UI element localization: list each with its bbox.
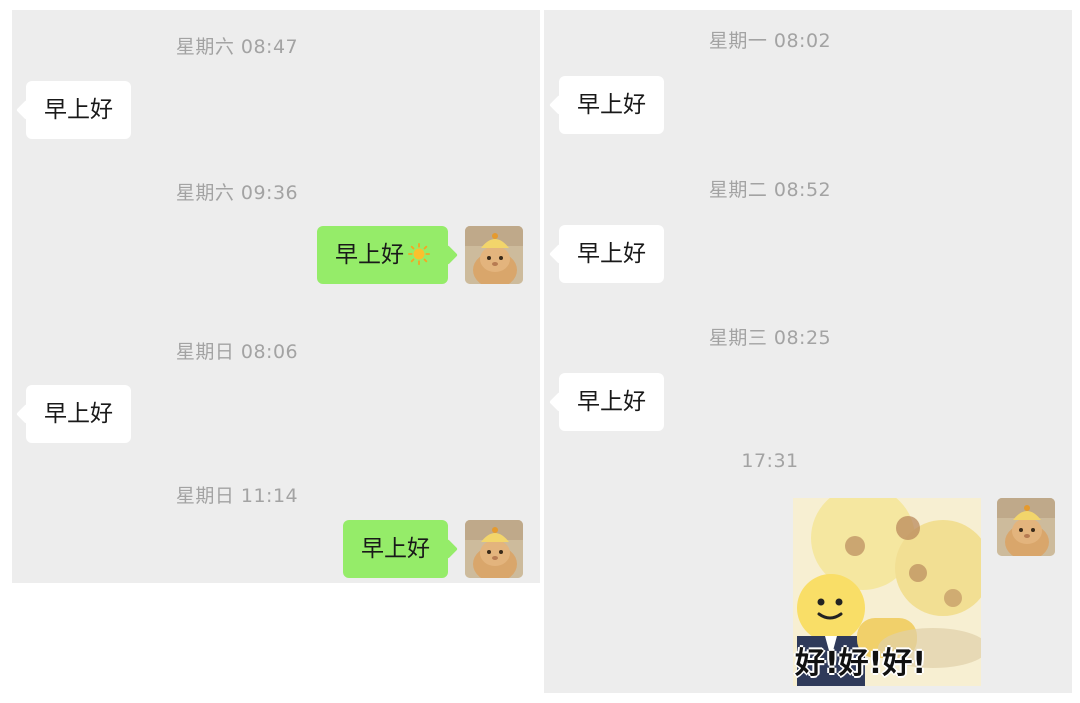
- chat-panel-right: 星期一 08:02 早上好 星期二 08:52 早上好 星期三 08:25 早上…: [544, 10, 1072, 693]
- cat-avatar-icon: [465, 226, 523, 284]
- incoming-message-bubble[interactable]: 早上好: [559, 225, 664, 283]
- timestamp: 星期日 11:14: [175, 485, 299, 507]
- avatar[interactable]: [465, 226, 523, 284]
- timestamp: 17:31: [741, 450, 799, 472]
- message-text: 早上好: [44, 401, 113, 427]
- message-text: 早上好: [335, 242, 404, 268]
- chat-panel-left: 星期六 08:47 早上好 星期六 09:36 早上好 星期日 08:06 早上…: [12, 10, 540, 583]
- cat-avatar-icon: [997, 498, 1055, 556]
- message-text: 早上好: [44, 97, 113, 123]
- sticker-message[interactable]: 好!好!好!: [793, 498, 981, 686]
- sun-emoji-icon: [408, 242, 430, 265]
- outgoing-message-bubble[interactable]: 早上好: [317, 226, 448, 284]
- message-text: 早上好: [577, 241, 646, 267]
- avatar[interactable]: [465, 520, 523, 578]
- sticker-caption: 好!好!好!: [795, 646, 927, 681]
- incoming-message-bubble[interactable]: 早上好: [559, 373, 664, 431]
- message-text: 早上好: [577, 389, 646, 415]
- avatar[interactable]: [997, 498, 1055, 556]
- incoming-message-bubble[interactable]: 早上好: [559, 76, 664, 134]
- timestamp: 星期二 08:52: [708, 179, 832, 201]
- incoming-message-bubble[interactable]: 早上好: [26, 385, 131, 443]
- outgoing-message-bubble[interactable]: 早上好: [343, 520, 448, 578]
- timestamp: 星期日 08:06: [175, 341, 299, 363]
- timestamp: 星期一 08:02: [708, 30, 832, 52]
- message-text: 早上好: [361, 536, 430, 562]
- cat-avatar-icon: [465, 520, 523, 578]
- timestamp: 星期六 08:47: [175, 36, 299, 58]
- message-text: 早上好: [577, 92, 646, 118]
- incoming-message-bubble[interactable]: 早上好: [26, 81, 131, 139]
- timestamp: 星期三 08:25: [708, 327, 832, 349]
- timestamp: 星期六 09:36: [175, 182, 299, 204]
